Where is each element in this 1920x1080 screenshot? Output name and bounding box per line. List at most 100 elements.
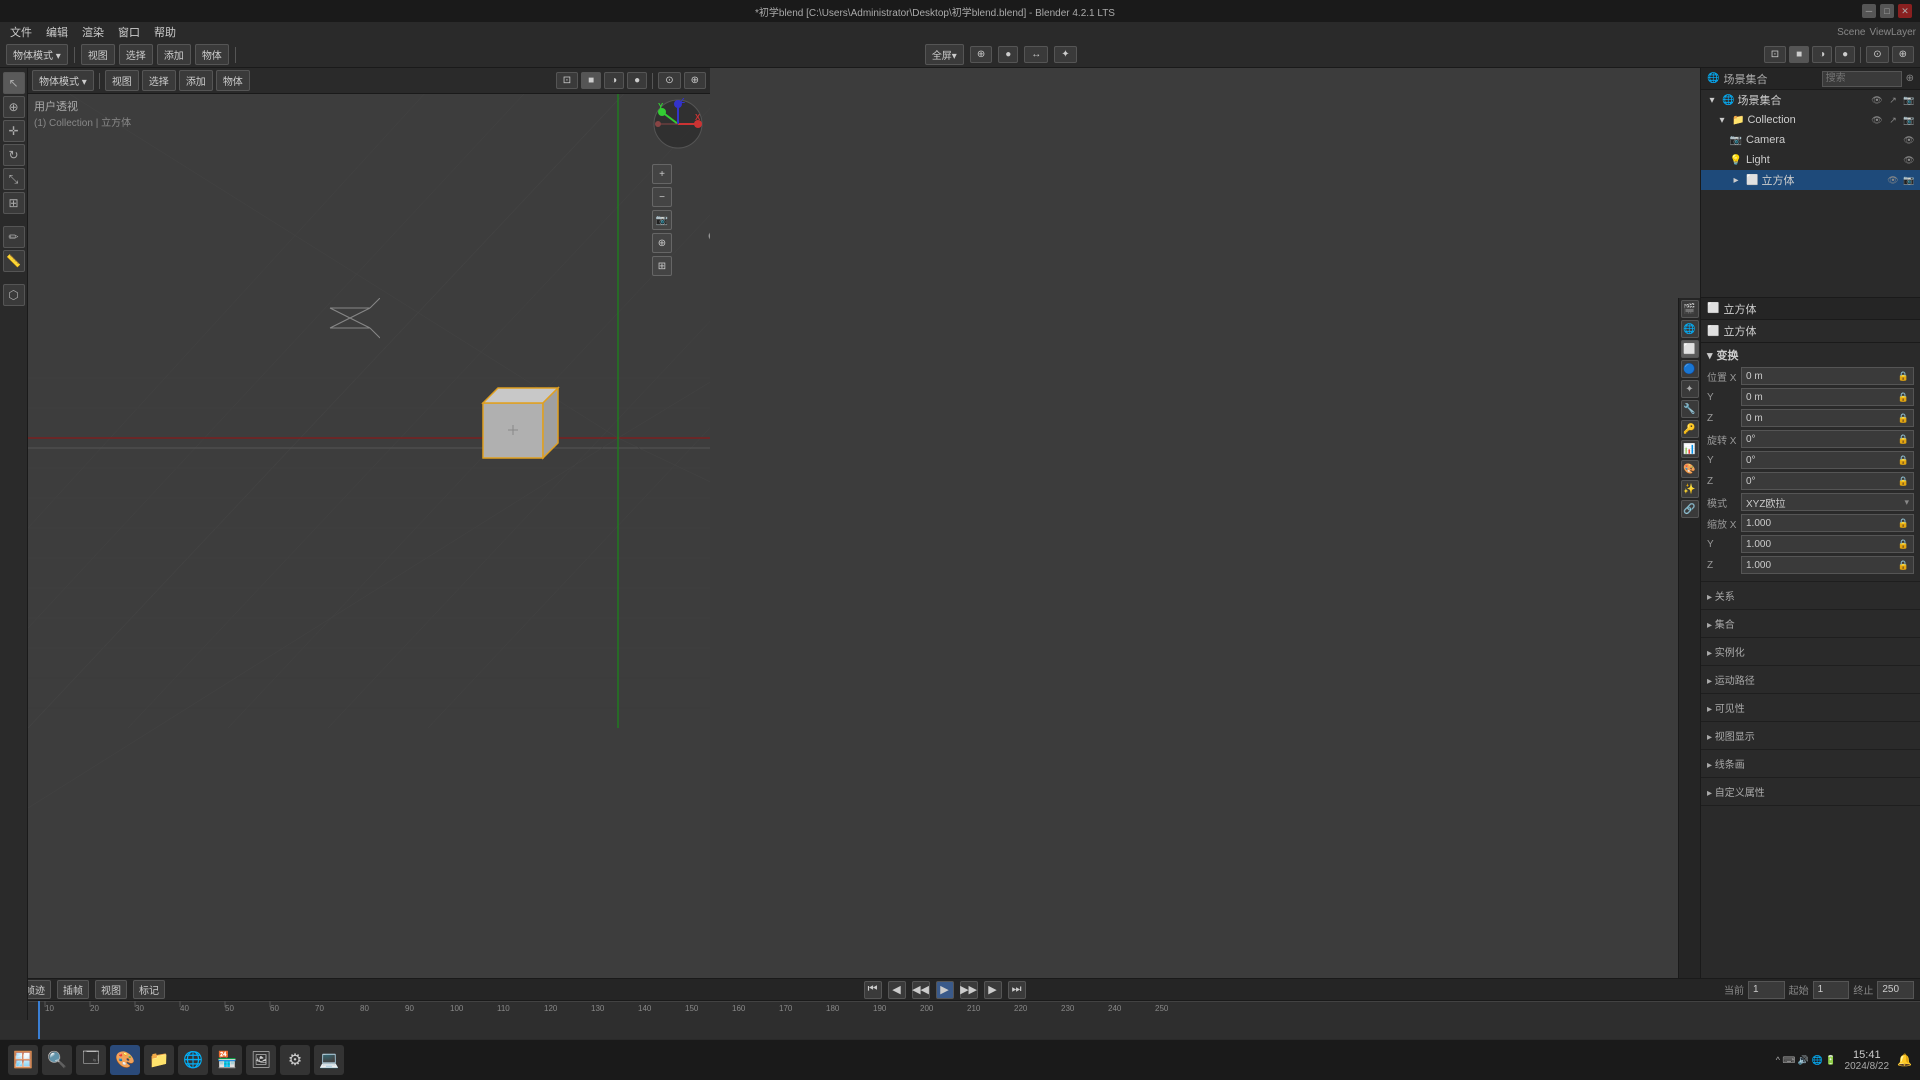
cube-object[interactable] — [478, 378, 553, 458]
play-btn[interactable]: ▶ — [936, 981, 954, 999]
overlay-toggle[interactable]: ⊙ — [1866, 46, 1888, 63]
vp-view-btn[interactable]: 视图 — [105, 70, 139, 91]
timeline-keyframe-btn[interactable]: 插帧 — [57, 980, 89, 999]
vis-cursor[interactable]: ↗ — [1886, 93, 1900, 107]
location-y-field[interactable]: 0 m 🔒 — [1741, 388, 1914, 406]
cursor-tool[interactable]: ⊕ — [3, 96, 25, 118]
measure-tool[interactable]: 📏 — [3, 250, 25, 272]
notification-btn[interactable]: 🔔 — [1897, 1053, 1912, 1067]
transform-expand[interactable]: ▾ — [1707, 349, 1713, 362]
prop-tab-constraints[interactable]: 🔑 — [1681, 420, 1699, 438]
lineart-toggle[interactable]: ▸ 线条画 — [1707, 754, 1914, 773]
scale-x-field[interactable]: 1.000 🔒 — [1741, 514, 1914, 532]
location-x-field[interactable]: 0 m 🔒 — [1741, 367, 1914, 385]
outliner-scene-collection[interactable]: ▾ 🌐 场景集合 👁 ↗ 📷 — [1701, 90, 1920, 110]
object-menu[interactable]: 物体 — [195, 44, 229, 65]
play-reverse-btn[interactable]: ◀◀ — [912, 981, 930, 999]
shading-render[interactable]: ● — [627, 72, 647, 89]
col-vis-eye[interactable]: 👁 — [1870, 113, 1884, 127]
search-button[interactable]: 🔍 — [42, 1045, 72, 1075]
select-tool[interactable]: ↖ — [3, 72, 25, 94]
move-tool[interactable]: ✛ — [3, 120, 25, 142]
cube-vis-camera[interactable]: 📷 — [1902, 173, 1916, 187]
extra-btn1[interactable]: ↔ — [1024, 46, 1048, 63]
local-view-btn[interactable]: ⊕ — [652, 233, 672, 253]
rotation-mode-field[interactable]: XYZ欧拉 ▾ — [1741, 493, 1914, 511]
end-frame-field[interactable]: 250 — [1877, 981, 1914, 999]
scale-tool[interactable]: ⤡ — [3, 168, 25, 190]
prop-tab-data[interactable]: 📊 — [1681, 440, 1699, 458]
extra-btn2[interactable]: ✦ — [1054, 46, 1076, 63]
vis-eye[interactable]: 👁 — [1870, 93, 1884, 107]
play-forward-btn[interactable]: ▶▶ — [960, 981, 978, 999]
relations-toggle[interactable]: ▸ 关系 — [1707, 586, 1914, 605]
prop-tab-object[interactable]: ⬜ — [1681, 340, 1699, 358]
menu-render[interactable]: 渲染 — [76, 22, 110, 42]
prop-tab-particles[interactable]: ✦ — [1681, 380, 1699, 398]
current-frame-field[interactable]: 1 — [1748, 981, 1785, 999]
vis-render[interactable]: 📷 — [1902, 93, 1916, 107]
outliner-light[interactable]: 💡 Light 👁 — [1701, 150, 1920, 170]
outliner-camera[interactable]: 📷 Camera 👁 — [1701, 130, 1920, 150]
viewport-3d[interactable]: 物体模式 ▾ 视图 选择 添加 物体 ⊡ ■ ◑ ● ⊙ ⊕ 用户透视 (1) … — [28, 68, 710, 1020]
transform-global[interactable]: 全屏▾ — [925, 44, 964, 65]
rotation-y-field[interactable]: 0° 🔒 — [1741, 451, 1914, 469]
store-button[interactable]: 🏪 — [212, 1045, 242, 1075]
prop-tab-render[interactable]: ✨ — [1681, 480, 1699, 498]
cam-vis-eye[interactable]: 👁 — [1902, 133, 1916, 147]
menu-file[interactable]: 文件 — [4, 22, 38, 42]
scale-y-field[interactable]: 1.000 🔒 — [1741, 535, 1914, 553]
proportional-btn[interactable]: ● — [998, 46, 1018, 63]
settings-button[interactable]: ⚙ — [280, 1045, 310, 1075]
menu-help[interactable]: 帮助 — [148, 22, 182, 42]
zoom-in-btn[interactable]: + — [652, 164, 672, 184]
rotate-tool[interactable]: ↻ — [3, 144, 25, 166]
menu-window[interactable]: 窗口 — [112, 22, 146, 42]
prev-frame-btn[interactable]: ◀ — [888, 981, 906, 999]
prop-tab-world[interactable]: 🌐 — [1681, 320, 1699, 338]
collections-toggle[interactable]: ▸ 集合 — [1707, 614, 1914, 633]
minimize-button[interactable]: ─ — [1862, 4, 1876, 18]
prop-tab-modifier[interactable]: 🔵 — [1681, 360, 1699, 378]
viewport-display-toggle[interactable]: ▸ 视图显示 — [1707, 726, 1914, 745]
render-region-btn[interactable]: ⊞ — [652, 256, 672, 276]
outliner-cube[interactable]: ▸ ⬜ 立方体 👁 📷 — [1701, 170, 1920, 190]
jump-end-btn[interactable]: ⏭ — [1008, 981, 1026, 999]
annotate-tool[interactable]: ✏ — [3, 226, 25, 248]
prop-tab-scene[interactable]: 🎬 — [1681, 300, 1699, 318]
col-vis-cursor[interactable]: ↗ — [1886, 113, 1900, 127]
shading-solid[interactable]: ■ — [581, 72, 601, 89]
taskview-button[interactable]: 🗔 — [76, 1045, 106, 1075]
jump-start-btn[interactable]: ⏮ — [864, 981, 882, 999]
mode-selector[interactable]: 物体模式 ▾ — [6, 44, 68, 65]
gizmo-toggle[interactable]: ⊕ — [1892, 46, 1914, 63]
location-z-field[interactable]: 0 m 🔒 — [1741, 409, 1914, 427]
outliner-filter[interactable]: ⊕ — [1906, 73, 1914, 84]
timeline-ruler[interactable]: 10 20 30 40 50 60 70 80 90 100 110 120 1… — [0, 1001, 1920, 1039]
close-button[interactable]: ✕ — [1898, 4, 1912, 18]
custom-props-toggle[interactable]: ▸ 自定义属性 — [1707, 782, 1914, 801]
menu-edit[interactable]: 编辑 — [40, 22, 74, 42]
instancing-toggle[interactable]: ▸ 实例化 — [1707, 642, 1914, 661]
add-obj-tool[interactable]: ⬡ — [3, 284, 25, 306]
maximize-button[interactable]: □ — [1880, 4, 1894, 18]
photos-button[interactable]: 🖼 — [246, 1045, 276, 1075]
outliner-collection[interactable]: ▾ 📁 Collection 👁 ↗ 📷 — [1701, 110, 1920, 130]
viewport-shading-solid[interactable]: ■ — [1789, 46, 1809, 63]
zoom-out-btn[interactable]: − — [652, 187, 672, 207]
gizmo-btn[interactable]: ⊕ — [684, 72, 706, 89]
start-button[interactable]: 🪟 — [8, 1045, 38, 1075]
outliner-search[interactable] — [1822, 71, 1902, 87]
light-vis-eye[interactable]: 👁 — [1902, 153, 1916, 167]
prop-tab-material[interactable]: 🎨 — [1681, 460, 1699, 478]
prop-tab-physics[interactable]: 🔧 — [1681, 400, 1699, 418]
select-menu[interactable]: 选择 — [119, 44, 153, 65]
overlay-btn[interactable]: ⊙ — [658, 72, 680, 89]
snap-btn[interactable]: ⊕ — [970, 46, 992, 63]
vp-add-btn[interactable]: 添加 — [179, 70, 213, 91]
viewport-shading-wire[interactable]: ⊡ — [1764, 46, 1786, 63]
next-frame-btn[interactable]: ▶ — [984, 981, 1002, 999]
col-vis-render[interactable]: 📷 — [1902, 113, 1916, 127]
viewport-shading-render[interactable]: ● — [1835, 46, 1855, 63]
start-frame-field[interactable]: 1 — [1813, 981, 1850, 999]
